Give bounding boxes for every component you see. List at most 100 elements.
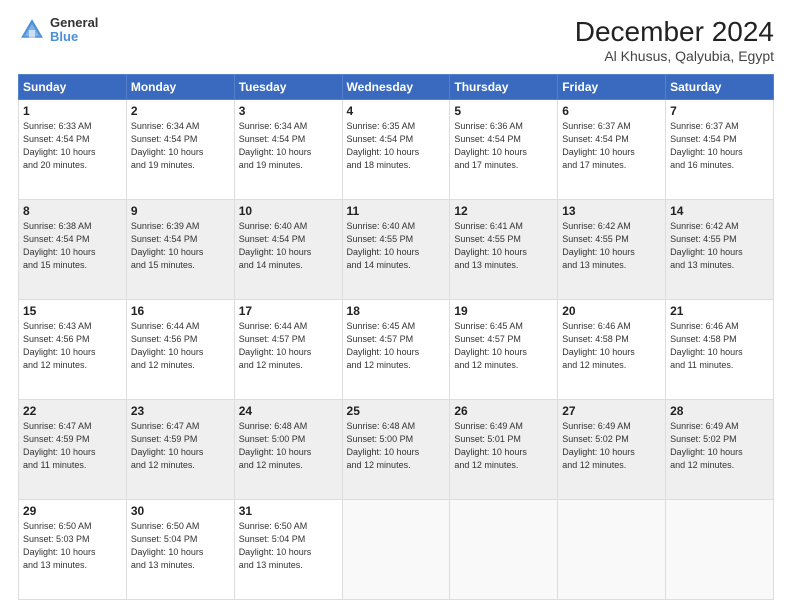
calendar-cell: 18Sunrise: 6:45 AM Sunset: 4:57 PM Dayli… (342, 300, 450, 400)
calendar-cell: 9 Sunrise: 6:39 AM Sunset: 4:54 PM Daylig… (126, 200, 234, 300)
day-info: Sunrise: 6:44 AM Sunset: 4:56 PM Dayligh… (131, 320, 230, 372)
calendar-cell: 22Sunrise: 6:47 AM Sunset: 4:59 PM Dayli… (19, 400, 127, 500)
day-number: 15 (23, 304, 122, 318)
day-info: Sunrise: 6:46 AM Sunset: 4:58 PM Dayligh… (562, 320, 661, 372)
day-info: Sunrise: 6:43 AM Sunset: 4:56 PM Dayligh… (23, 320, 122, 372)
calendar-cell: 23 Sunrise: 6:47 AM Sunset: 4:59 PM Dayli… (126, 400, 234, 500)
calendar-cell: 21 Sunrise: 6:46 AM Sunset: 4:58 PM Dayli… (666, 300, 774, 400)
day-info: Sunrise: 6:49 AM Sunset: 5:02 PM Dayligh… (562, 420, 661, 472)
day-number: 18 (347, 304, 446, 318)
day-info: Sunrise: 6:47 AM Sunset: 4:59 PM Dayligh… (131, 420, 230, 472)
calendar-week-row: 1 Sunrise: 6:33 AM Sunset: 4:54 PM Daylig… (19, 100, 774, 200)
logo: General Blue (18, 16, 98, 45)
header: General Blue December 2024 Al Khusus, Qa… (18, 16, 774, 64)
day-number: 20 (562, 304, 661, 318)
day-number: 31 (239, 504, 338, 518)
day-info: Sunrise: 6:37 AM Sunset: 4:54 PM Dayligh… (670, 120, 769, 172)
header-day-wednesday: Wednesday (342, 75, 450, 100)
calendar-week-row: 29 Sunrise: 6:50 AM Sunset: 5:03 PM Dayli… (19, 500, 774, 600)
day-number: 16 (131, 304, 230, 318)
day-number: 10 (239, 204, 338, 218)
day-number: 11 (347, 204, 446, 218)
calendar-cell: 7 Sunrise: 6:37 AM Sunset: 4:54 PM Daylig… (666, 100, 774, 200)
day-info: Sunrise: 6:40 AM Sunset: 4:55 PM Dayligh… (347, 220, 446, 272)
day-info: Sunrise: 6:44 AM Sunset: 4:57 PM Dayligh… (239, 320, 338, 372)
day-info: Sunrise: 6:40 AM Sunset: 4:54 PM Dayligh… (239, 220, 338, 272)
day-number: 22 (23, 404, 122, 418)
day-info: Sunrise: 6:46 AM Sunset: 4:58 PM Dayligh… (670, 320, 769, 372)
header-day-monday: Monday (126, 75, 234, 100)
header-day-friday: Friday (558, 75, 666, 100)
calendar-cell: 1 Sunrise: 6:33 AM Sunset: 4:54 PM Daylig… (19, 100, 127, 200)
day-number: 9 (131, 204, 230, 218)
calendar-week-row: 8Sunrise: 6:38 AM Sunset: 4:54 PM Daylig… (19, 200, 774, 300)
day-number: 26 (454, 404, 553, 418)
day-info: Sunrise: 6:42 AM Sunset: 4:55 PM Dayligh… (562, 220, 661, 272)
day-number: 24 (239, 404, 338, 418)
calendar-subtitle: Al Khusus, Qalyubia, Egypt (575, 48, 774, 64)
calendar-cell: 13 Sunrise: 6:42 AM Sunset: 4:55 PM Dayli… (558, 200, 666, 300)
day-info: Sunrise: 6:36 AM Sunset: 4:54 PM Dayligh… (454, 120, 553, 172)
calendar-cell: 28 Sunrise: 6:49 AM Sunset: 5:02 PM Dayli… (666, 400, 774, 500)
day-info: Sunrise: 6:49 AM Sunset: 5:02 PM Dayligh… (670, 420, 769, 472)
calendar-cell: 5 Sunrise: 6:36 AM Sunset: 4:54 PM Daylig… (450, 100, 558, 200)
calendar-title: December 2024 (575, 16, 774, 48)
day-number: 30 (131, 504, 230, 518)
calendar-cell: 8Sunrise: 6:38 AM Sunset: 4:54 PM Daylig… (19, 200, 127, 300)
calendar-cell: 10 Sunrise: 6:40 AM Sunset: 4:54 PM Dayli… (234, 200, 342, 300)
logo-text: General Blue (50, 16, 98, 45)
day-info: Sunrise: 6:49 AM Sunset: 5:01 PM Dayligh… (454, 420, 553, 472)
day-info: Sunrise: 6:50 AM Sunset: 5:04 PM Dayligh… (131, 520, 230, 572)
calendar-cell: 17 Sunrise: 6:44 AM Sunset: 4:57 PM Dayli… (234, 300, 342, 400)
day-number: 21 (670, 304, 769, 318)
calendar-cell: 2Sunrise: 6:34 AM Sunset: 4:54 PM Daylig… (126, 100, 234, 200)
day-info: Sunrise: 6:41 AM Sunset: 4:55 PM Dayligh… (454, 220, 553, 272)
day-number: 27 (562, 404, 661, 418)
day-number: 2 (131, 104, 230, 118)
day-number: 28 (670, 404, 769, 418)
calendar-cell: 11 Sunrise: 6:40 AM Sunset: 4:55 PM Dayli… (342, 200, 450, 300)
logo-line1: General (50, 16, 98, 30)
calendar-cell: 27 Sunrise: 6:49 AM Sunset: 5:02 PM Dayli… (558, 400, 666, 500)
calendar-header-row: SundayMondayTuesdayWednesdayThursdayFrid… (19, 75, 774, 100)
day-info: Sunrise: 6:38 AM Sunset: 4:54 PM Dayligh… (23, 220, 122, 272)
day-number: 12 (454, 204, 553, 218)
day-number: 29 (23, 504, 122, 518)
calendar-week-row: 15 Sunrise: 6:43 AM Sunset: 4:56 PM Dayli… (19, 300, 774, 400)
day-number: 13 (562, 204, 661, 218)
day-info: Sunrise: 6:39 AM Sunset: 4:54 PM Dayligh… (131, 220, 230, 272)
day-info: Sunrise: 6:48 AM Sunset: 5:00 PM Dayligh… (347, 420, 446, 472)
calendar-cell (558, 500, 666, 600)
calendar-cell: 29 Sunrise: 6:50 AM Sunset: 5:03 PM Dayli… (19, 500, 127, 600)
title-block: December 2024 Al Khusus, Qalyubia, Egypt (575, 16, 774, 64)
logo-line2: Blue (50, 30, 98, 44)
calendar-cell: 12 Sunrise: 6:41 AM Sunset: 4:55 PM Dayli… (450, 200, 558, 300)
calendar-cell: 6Sunrise: 6:37 AM Sunset: 4:54 PM Daylig… (558, 100, 666, 200)
day-number: 1 (23, 104, 122, 118)
day-info: Sunrise: 6:50 AM Sunset: 5:03 PM Dayligh… (23, 520, 122, 572)
header-day-saturday: Saturday (666, 75, 774, 100)
day-number: 14 (670, 204, 769, 218)
calendar-cell (450, 500, 558, 600)
calendar-cell: 3Sunrise: 6:34 AM Sunset: 4:54 PM Daylig… (234, 100, 342, 200)
day-number: 23 (131, 404, 230, 418)
calendar-cell: 26 Sunrise: 6:49 AM Sunset: 5:01 PM Dayli… (450, 400, 558, 500)
calendar-cell: 15 Sunrise: 6:43 AM Sunset: 4:56 PM Dayli… (19, 300, 127, 400)
day-info: Sunrise: 6:48 AM Sunset: 5:00 PM Dayligh… (239, 420, 338, 472)
day-info: Sunrise: 6:37 AM Sunset: 4:54 PM Dayligh… (562, 120, 661, 172)
calendar-cell: 19Sunrise: 6:45 AM Sunset: 4:57 PM Dayli… (450, 300, 558, 400)
day-number: 3 (239, 104, 338, 118)
day-number: 5 (454, 104, 553, 118)
day-info: Sunrise: 6:45 AM Sunset: 4:57 PM Dayligh… (454, 320, 553, 372)
calendar-cell: 20 Sunrise: 6:46 AM Sunset: 4:58 PM Dayli… (558, 300, 666, 400)
calendar-cell: 16 Sunrise: 6:44 AM Sunset: 4:56 PM Dayli… (126, 300, 234, 400)
header-day-thursday: Thursday (450, 75, 558, 100)
day-number: 17 (239, 304, 338, 318)
calendar-cell: 4Sunrise: 6:35 AM Sunset: 4:54 PM Daylig… (342, 100, 450, 200)
day-info: Sunrise: 6:50 AM Sunset: 5:04 PM Dayligh… (239, 520, 338, 572)
logo-icon (18, 16, 46, 44)
calendar-table: SundayMondayTuesdayWednesdayThursdayFrid… (18, 74, 774, 600)
day-info: Sunrise: 6:33 AM Sunset: 4:54 PM Dayligh… (23, 120, 122, 172)
day-info: Sunrise: 6:42 AM Sunset: 4:55 PM Dayligh… (670, 220, 769, 272)
day-number: 7 (670, 104, 769, 118)
